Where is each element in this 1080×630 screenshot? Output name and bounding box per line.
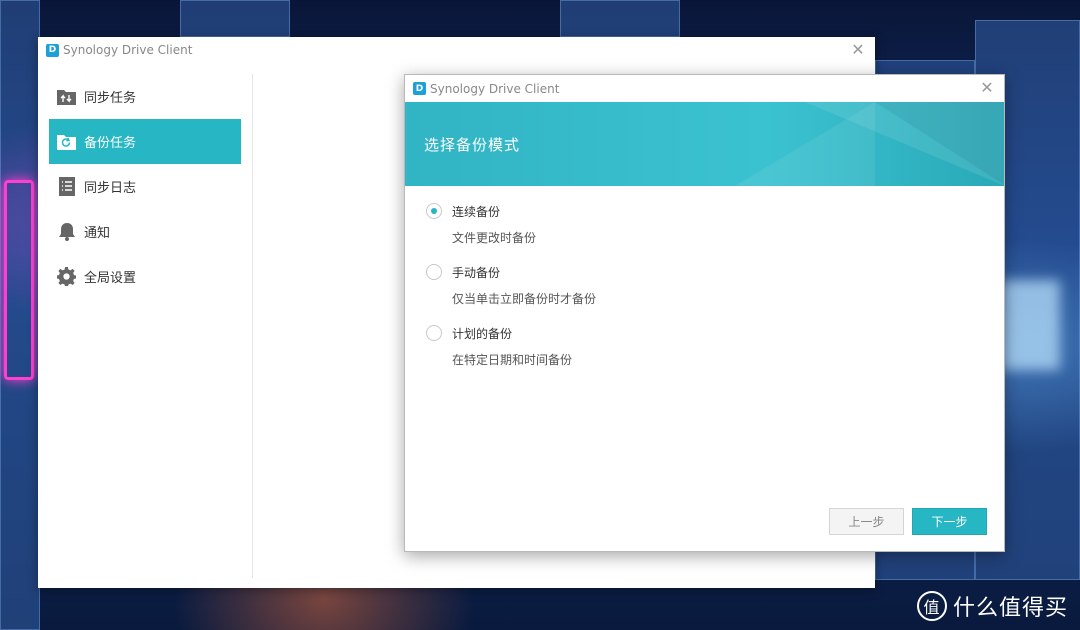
synology-drive-logo-icon: D (46, 43, 59, 57)
sidebar-item-label: 同步任务 (84, 91, 137, 106)
option-description: 文件更改时备份 (452, 231, 537, 245)
dialog-title: Synology Drive Client (430, 81, 560, 96)
sidebar-item-global-settings[interactable]: 全局设置 (49, 254, 241, 299)
dialog-close-button[interactable]: ✕ (978, 79, 996, 97)
backup-mode-dialog: D Synology Drive Client ✕ 选择备份模式 连续备份 文件… (404, 74, 1005, 552)
option-scheduled-backup: 计划的备份 在特定日期和时间备份 (426, 321, 596, 382)
sidebar-divider (252, 74, 253, 578)
close-button[interactable]: ✕ (849, 41, 867, 59)
sidebar-item-label: 通知 (84, 226, 111, 241)
option-label: 连续备份 (452, 204, 501, 219)
sync-task-icon (57, 87, 76, 106)
banner-title: 选择备份模式 (424, 136, 521, 154)
bell-icon (57, 222, 76, 241)
bg-building (180, 0, 290, 37)
sidebar-item-label: 备份任务 (84, 136, 137, 151)
option-row[interactable]: 连续备份 (426, 199, 596, 223)
watermark: 值 什么值得买 (916, 590, 1068, 622)
sidebar-item-sync-log[interactable]: 同步日志 (49, 164, 241, 209)
dialog-banner: 选择备份模式 (405, 102, 1004, 186)
sidebar-item-backup-tasks[interactable]: 备份任务 (49, 119, 241, 164)
option-label: 手动备份 (452, 265, 501, 280)
sidebar-item-label: 同步日志 (84, 181, 137, 196)
watermark-text: 什么值得买 (952, 596, 1068, 621)
radio-manual-backup[interactable] (426, 264, 442, 280)
bg-building (560, 0, 680, 37)
option-description: 仅当单击立即备份时才备份 (452, 292, 597, 306)
sync-log-icon (57, 177, 76, 196)
dialog-titlebar: D Synology Drive Client ✕ (405, 75, 1004, 102)
option-continuous-backup: 连续备份 文件更改时备份 (426, 199, 596, 260)
option-row[interactable]: 手动备份 (426, 260, 596, 284)
backup-mode-options: 连续备份 文件更改时备份 手动备份 仅当单击立即备份时才备份 计划的备份 在特定… (426, 199, 596, 382)
bg-light (1000, 280, 1060, 370)
backup-task-icon (57, 132, 76, 151)
window-title: Synology Drive Client (63, 43, 193, 57)
option-label: 计划的备份 (452, 326, 513, 341)
option-row[interactable]: 计划的备份 (426, 321, 596, 345)
option-description: 在特定日期和时间备份 (452, 353, 573, 367)
next-button[interactable]: 下一步 (912, 508, 987, 535)
option-manual-backup: 手动备份 仅当单击立即备份时才备份 (426, 260, 596, 321)
watermark-logo-icon: 值 (916, 591, 947, 621)
sidebar-item-notifications[interactable]: 通知 (49, 209, 241, 254)
sidebar: 同步任务 备份任务 同步日志 通知 全局设置 (49, 74, 241, 299)
main-titlebar: D Synology Drive Client ✕ (38, 37, 875, 63)
radio-continuous-backup[interactable] (426, 203, 442, 219)
radio-scheduled-backup[interactable] (426, 325, 442, 341)
previous-button[interactable]: 上一步 (829, 508, 904, 535)
sidebar-item-sync-tasks[interactable]: 同步任务 (49, 74, 241, 119)
sidebar-item-label: 全局设置 (84, 271, 137, 286)
gear-icon (57, 267, 76, 286)
banner-decoration (875, 102, 1004, 186)
synology-drive-logo-icon: D (413, 82, 426, 95)
bg-neon-sign (4, 180, 34, 380)
